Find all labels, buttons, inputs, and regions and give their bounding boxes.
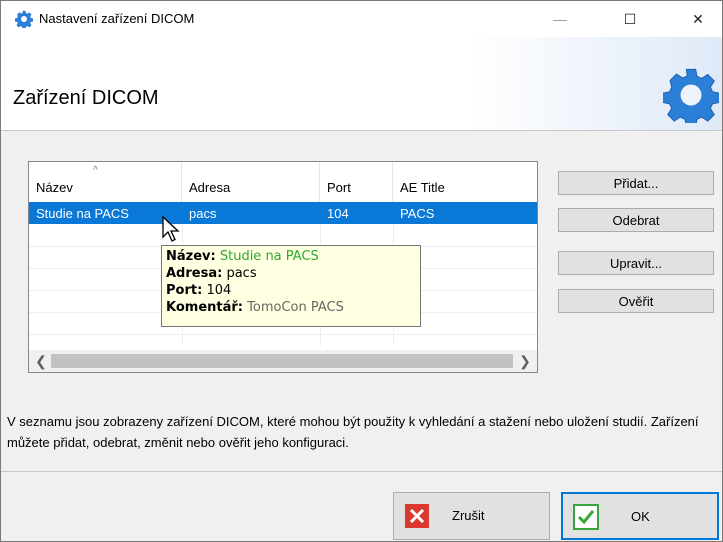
tooltip-line-name: Název: Studie na PACS	[166, 248, 416, 265]
tooltip-value: TomoCon PACS	[247, 300, 344, 315]
page-title: Zařízení DICOM	[13, 87, 159, 109]
column-header-name[interactable]: ^ Název	[29, 162, 182, 202]
dialog-header: Zařízení DICOM	[1, 37, 722, 131]
cell-address: pacs	[189, 206, 217, 221]
scroll-left-icon[interactable]: ❮	[31, 352, 51, 370]
footer-divider	[1, 471, 722, 472]
tooltip-label: Adresa:	[166, 266, 223, 281]
tooltip-label: Název:	[166, 249, 216, 264]
tooltip-line-comment: Komentář: TomoCon PACS	[166, 299, 416, 316]
scroll-right-icon[interactable]: ❯	[515, 352, 535, 370]
column-header-ae-title[interactable]: AE Title	[393, 162, 537, 202]
tooltip-line-address: Adresa: pacs	[166, 265, 416, 282]
add-button[interactable]: Přidat...	[558, 171, 714, 195]
column-header-address[interactable]: Adresa	[182, 162, 320, 202]
remove-button[interactable]: Odebrat	[558, 208, 714, 232]
horizontal-scrollbar[interactable]: ❮ ❯	[29, 350, 537, 372]
table-row[interactable]: Studie na PACS pacs 104 PACS	[29, 202, 537, 224]
cell-port: 104	[327, 206, 349, 221]
dicom-settings-window: Nastavení zařízení DICOM — ☐ ✕ Zařízení …	[0, 0, 723, 542]
verify-button[interactable]: Ověřit	[558, 289, 714, 313]
checkmark-icon	[573, 504, 599, 530]
scrollbar-thumb[interactable]	[51, 354, 513, 368]
cancel-x-icon	[405, 504, 429, 528]
row-tooltip: Název: Studie na PACS Adresa: pacs Port:…	[161, 245, 421, 327]
tooltip-label: Komentář:	[166, 300, 243, 315]
cell-ae-title: PACS	[400, 206, 435, 221]
window-title: Nastavení zařízení DICOM	[39, 11, 195, 26]
column-header-label: Port	[327, 180, 351, 195]
column-header-port[interactable]: Port	[320, 162, 393, 202]
column-header-label: Název	[36, 180, 73, 195]
mouse-cursor-icon	[162, 215, 180, 242]
ok-button[interactable]: OK	[561, 492, 719, 540]
tooltip-value: Studie na PACS	[219, 249, 319, 264]
tooltip-label: Port:	[166, 283, 203, 298]
column-header-label: AE Title	[400, 180, 445, 195]
column-header-label: Adresa	[189, 180, 231, 195]
cell-name: Studie na PACS	[36, 206, 129, 221]
cancel-label: Zrušit	[452, 508, 485, 523]
gear-icon	[15, 10, 33, 28]
ok-label: OK	[631, 509, 650, 524]
tooltip-value: pacs	[226, 266, 257, 281]
cancel-button[interactable]: Zrušit	[393, 492, 550, 540]
tooltip-value: 104	[206, 283, 232, 298]
sort-ascending-icon: ^	[93, 165, 98, 176]
close-button[interactable]: ✕	[675, 1, 721, 37]
minimize-button[interactable]: —	[537, 1, 583, 37]
description-text: V seznamu jsou zobrazeny zařízení DICOM,…	[7, 414, 699, 450]
edit-button[interactable]: Upravit...	[558, 251, 714, 275]
title-bar: Nastavení zařízení DICOM — ☐ ✕	[1, 1, 722, 37]
tooltip-line-port: Port: 104	[166, 282, 416, 299]
maximize-button[interactable]: ☐	[607, 1, 653, 37]
grid-line	[29, 334, 537, 335]
gear-icon	[663, 68, 719, 123]
